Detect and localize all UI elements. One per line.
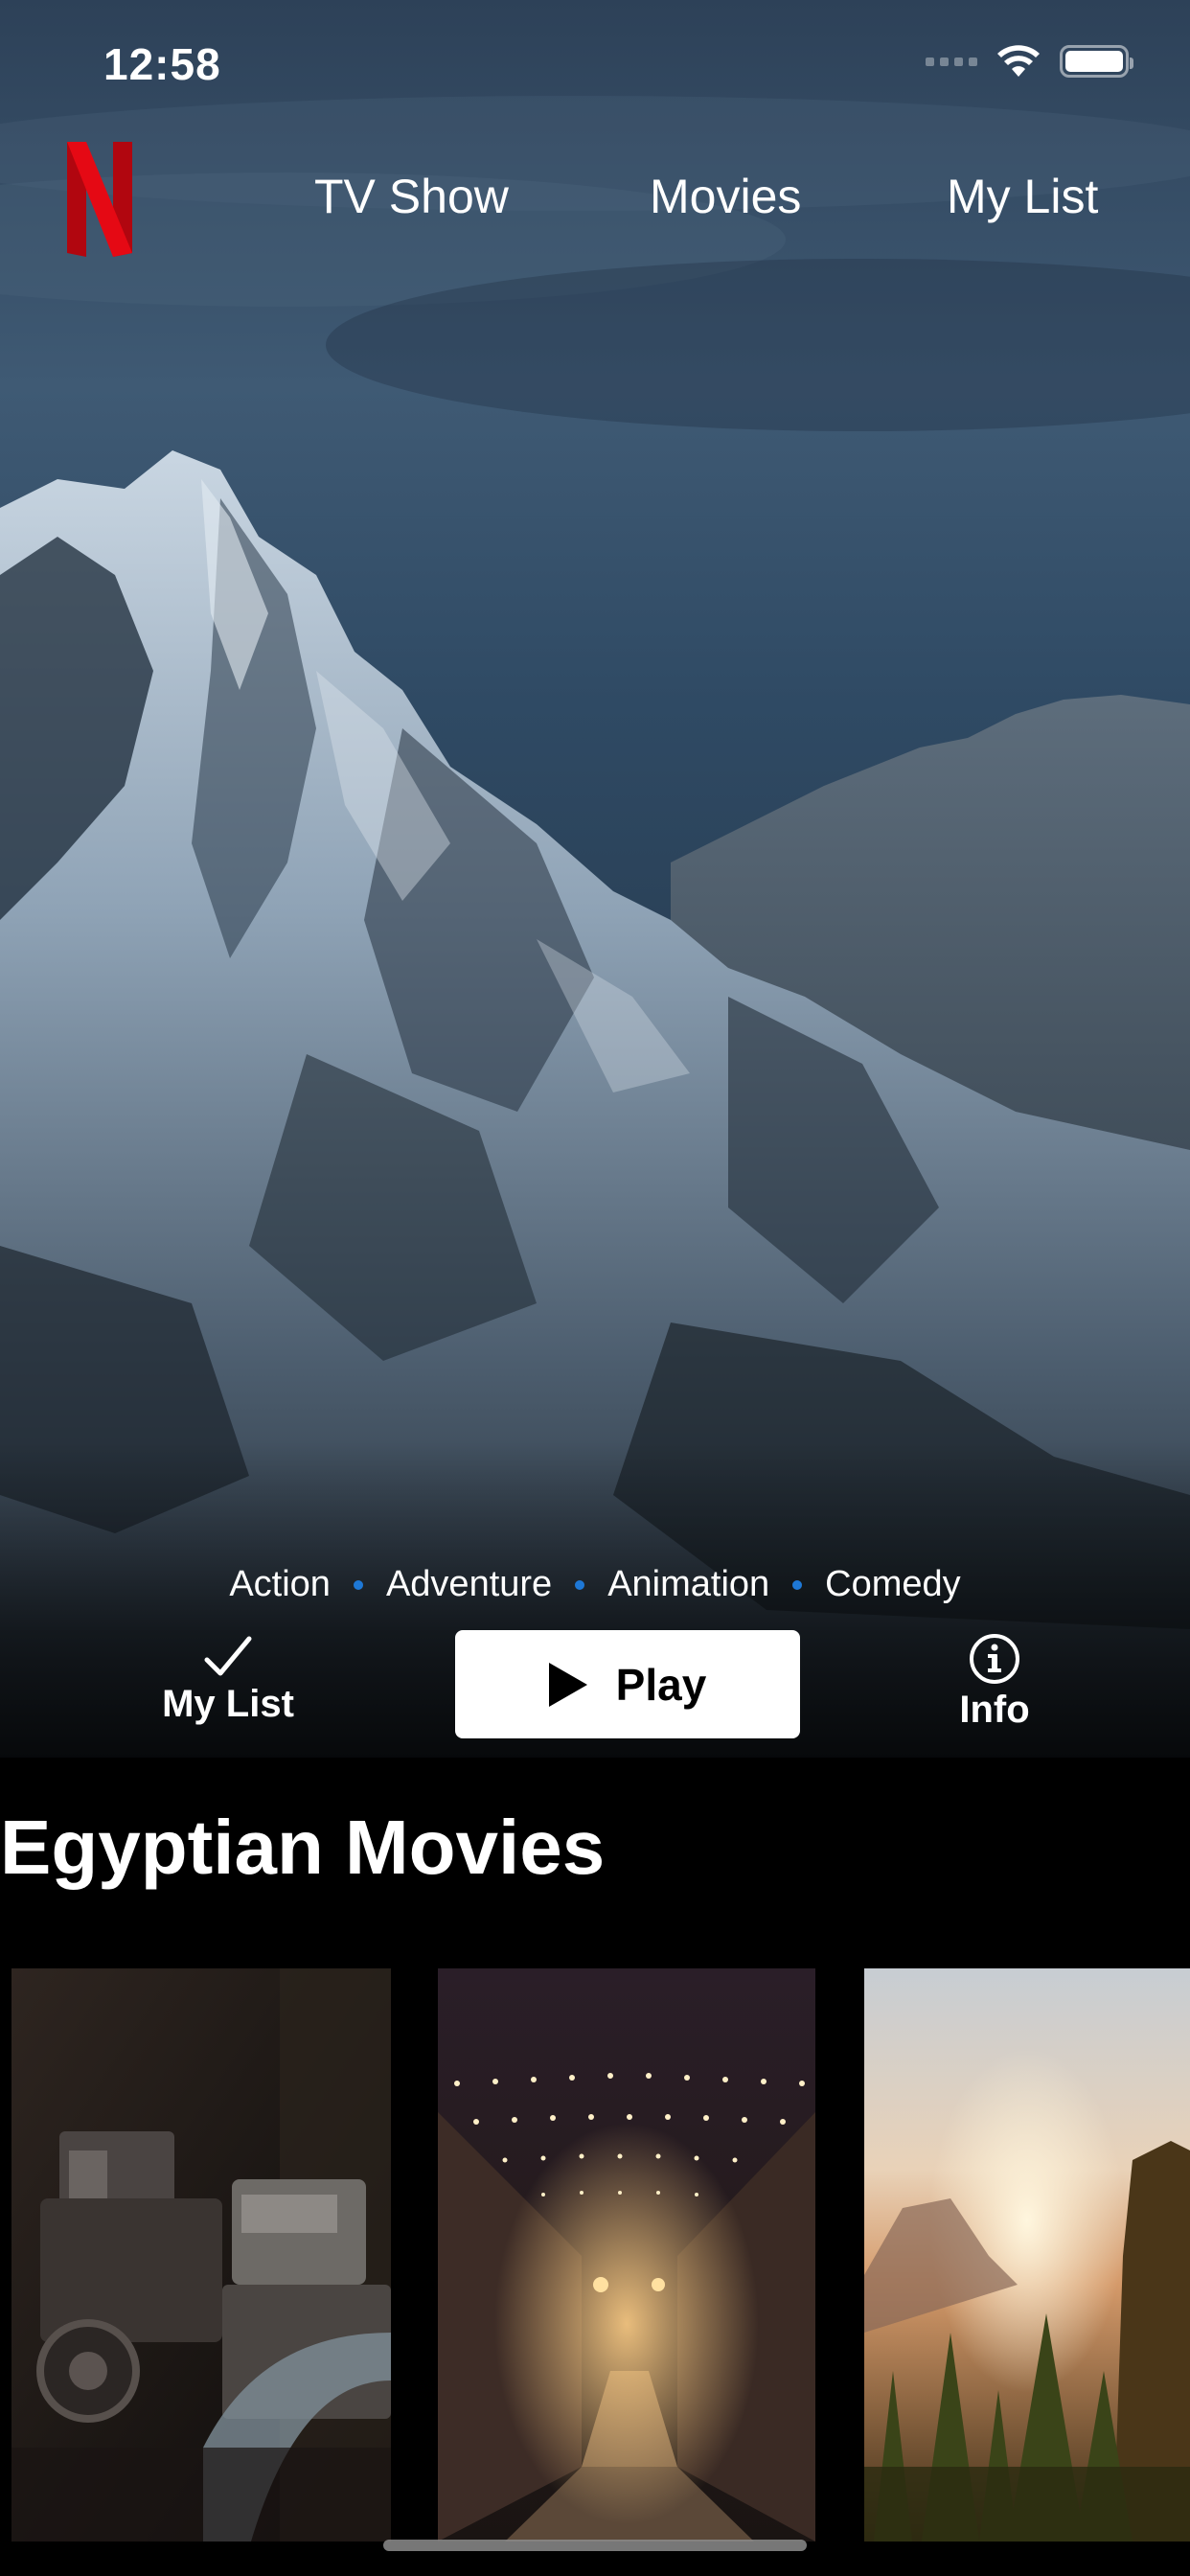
battery-icon bbox=[1060, 45, 1133, 78]
genre-label: Adventure bbox=[385, 1564, 553, 1604]
wifi-icon bbox=[997, 45, 1040, 77]
my-list-button[interactable]: My List bbox=[153, 1635, 303, 1731]
tab-tv-show[interactable]: TV Show bbox=[314, 169, 509, 224]
genre-label: Animation bbox=[607, 1564, 770, 1604]
status-indicators bbox=[926, 44, 1133, 79]
genre-label: Action bbox=[229, 1564, 331, 1604]
genre-label: Comedy bbox=[825, 1564, 961, 1604]
info-button[interactable]: Info bbox=[939, 1633, 1050, 1733]
tab-movies[interactable]: Movies bbox=[650, 169, 801, 224]
netflix-logo-icon[interactable] bbox=[67, 142, 132, 257]
play-label: Play bbox=[615, 1659, 707, 1710]
info-label: Info bbox=[959, 1689, 1030, 1731]
sunset-forest-image bbox=[864, 1968, 1190, 2542]
play-button[interactable]: Play bbox=[455, 1630, 800, 1738]
home-screen: 12:58 TV Show Movies My List Action Adve… bbox=[0, 0, 1190, 2576]
movie-poster[interactable] bbox=[438, 1968, 815, 2542]
movie-poster[interactable] bbox=[864, 1968, 1190, 2542]
checkmark-icon bbox=[204, 1636, 252, 1676]
info-icon bbox=[970, 1634, 1019, 1684]
genre-list: Action Adventure Animation Comedy bbox=[0, 1564, 1190, 1605]
separator-dot-icon bbox=[792, 1579, 803, 1590]
section-title: Egyptian Movies bbox=[0, 1805, 606, 1890]
status-time: 12:58 bbox=[103, 39, 221, 89]
movie-poster[interactable] bbox=[11, 1968, 391, 2542]
machinery-image bbox=[11, 1968, 391, 2542]
play-icon bbox=[548, 1662, 587, 1707]
home-indicator[interactable] bbox=[383, 2540, 807, 2551]
hero-banner[interactable] bbox=[0, 0, 1190, 1758]
tab-my-list[interactable]: My List bbox=[947, 169, 1098, 224]
separator-dot-icon bbox=[353, 1579, 363, 1590]
separator-dot-icon bbox=[575, 1579, 585, 1590]
alley-lights-image bbox=[438, 1968, 815, 2542]
cellular-signal-icon bbox=[926, 57, 977, 66]
my-list-label: My List bbox=[162, 1683, 294, 1725]
poster-row[interactable] bbox=[0, 1968, 1190, 2542]
